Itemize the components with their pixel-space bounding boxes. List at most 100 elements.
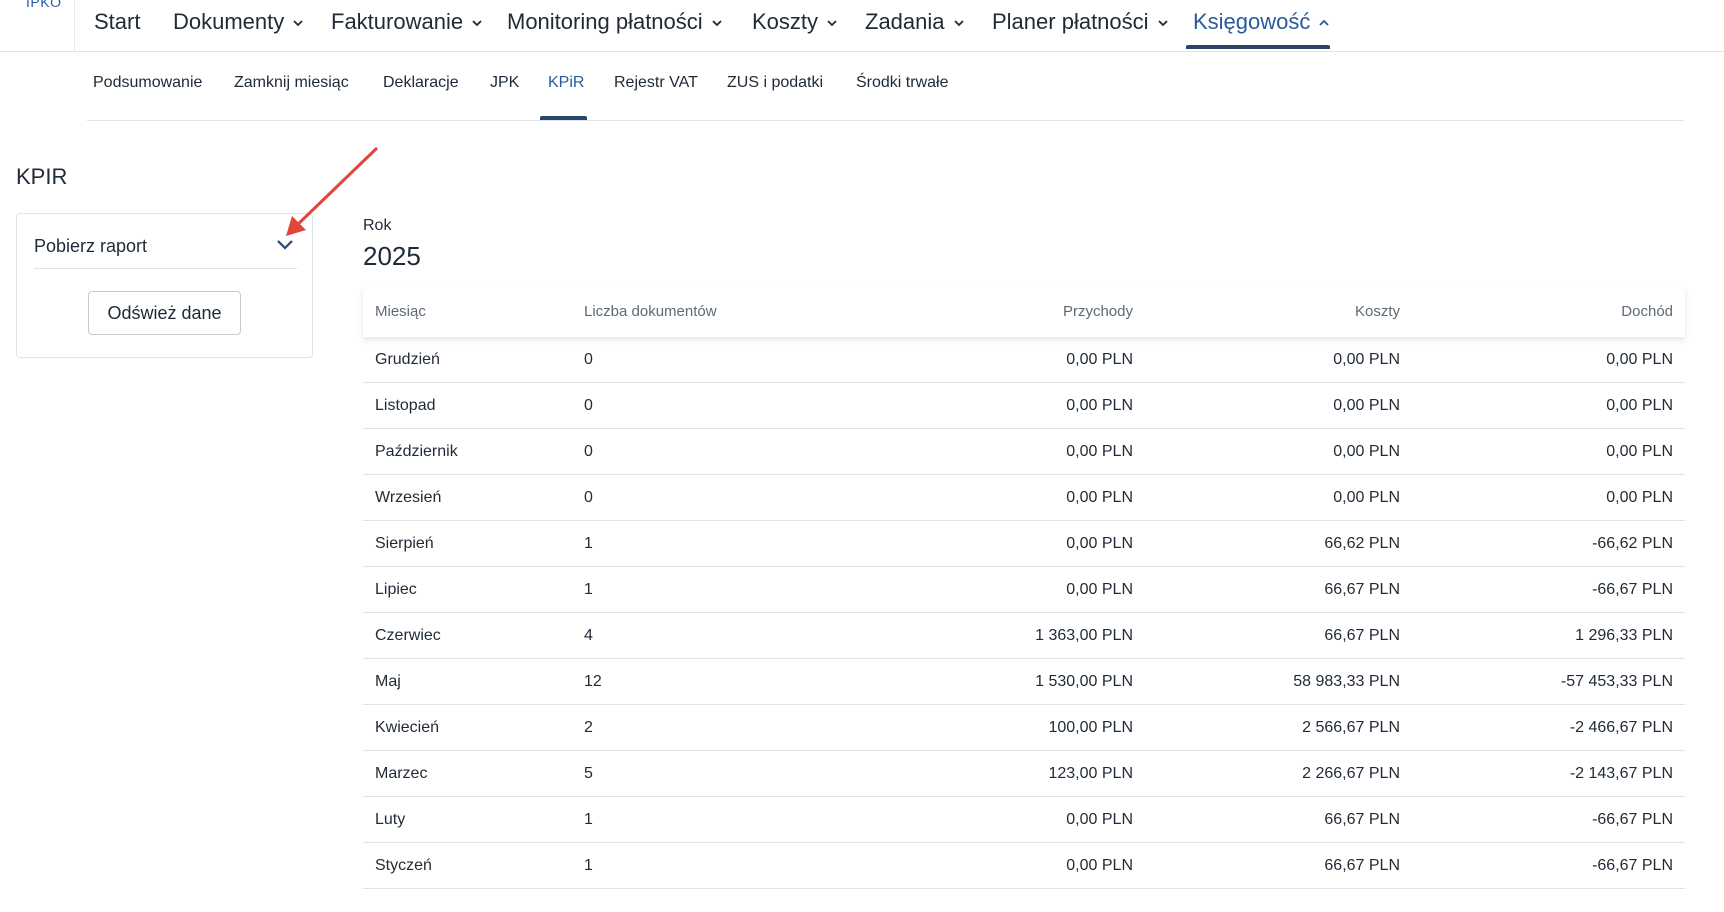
table-body: Grudzień 0 0,00 PLN 0,00 PLN 0,00 PLN Li… [363,337,1685,889]
page-title: KPIR [16,164,68,189]
cell-costs: 0,00 PLN [1333,443,1400,460]
tab-kpir[interactable]: KPiR [548,74,584,92]
cell-documents: 5 [584,765,593,782]
cell-income: -66,67 PLN [1592,857,1673,874]
cell-documents: 12 [584,673,602,690]
cell-month: Marzec [375,765,428,782]
chevron-down-icon [472,20,482,27]
cell-month: Listopad [375,397,436,414]
cell-costs: 0,00 PLN [1333,397,1400,414]
cell-month: Lipiec [375,581,417,598]
cell-documents: 1 [584,857,593,874]
chevron-up-icon [1319,19,1330,26]
cell-costs: 2 566,67 PLN [1302,719,1400,736]
cell-costs: 66,62 PLN [1324,535,1400,552]
cell-revenue: 0,00 PLN [1066,397,1133,414]
download-report-label: Pobierz raport [34,236,148,256]
cell-income: 0,00 PLN [1606,351,1673,368]
cell-income: 0,00 PLN [1606,489,1673,506]
column-header-income: Dochód [1621,303,1673,320]
table-row[interactable]: Sierpień 1 0,00 PLN 66,62 PLN -66,62 PLN [363,521,1685,567]
table-row[interactable]: Kwiecień 2 100,00 PLN 2 566,67 PLN -2 46… [363,705,1685,751]
cell-month: Październik [375,443,458,460]
cell-revenue: 0,00 PLN [1066,489,1133,506]
cell-costs: 66,67 PLN [1324,581,1400,598]
cell-revenue: 100,00 PLN [1048,719,1133,736]
table-row[interactable]: Wrzesień 0 0,00 PLN 0,00 PLN 0,00 PLN [363,475,1685,521]
cell-revenue: 1 363,00 PLN [1035,627,1133,644]
nav-item-label: Fakturowanie [331,9,464,34]
cell-month: Wrzesień [375,489,442,506]
tab-deklaracje[interactable]: Deklaracje [383,74,459,92]
nav-item-label: Księgowość [1193,9,1311,34]
cell-documents: 4 [584,627,593,644]
nav-item-label: Dokumenty [173,9,285,34]
cell-month: Czerwiec [375,627,441,644]
nav-item-label: Planer płatności [992,9,1149,34]
cell-costs: 66,67 PLN [1324,857,1400,874]
tab-srodki-trwale[interactable]: Środki trwałe [856,74,948,92]
column-header-costs: Koszty [1354,303,1400,320]
nav-item-dokumenty[interactable]: Dokumenty [173,0,304,44]
cell-income: -66,67 PLN [1592,581,1673,598]
chevron-down-icon [293,20,303,27]
nav-item-koszty[interactable]: Koszty [752,0,838,44]
cell-income: 0,00 PLN [1606,443,1673,460]
cell-documents: 1 [584,535,593,552]
download-report-dropdown[interactable]: Pobierz raport [34,214,297,269]
cell-documents: 1 [584,581,593,598]
cell-documents: 0 [584,397,593,414]
top-navigation: IPKO Start Dokumenty Fakturowanie Monito… [0,0,1724,52]
cell-revenue: 0,00 PLN [1066,857,1133,874]
tab-podsumowanie[interactable]: Podsumowanie [93,74,202,92]
cell-revenue: 0,00 PLN [1066,581,1133,598]
nav-active-indicator [1186,45,1330,49]
cell-revenue: 0,00 PLN [1066,811,1133,828]
nav-item-monitoring-platnosci[interactable]: Monitoring płatności [507,0,723,44]
nav-item-label: Monitoring płatności [507,9,703,34]
tab-zamknij-miesiac[interactable]: Zamknij miesiąc [234,74,349,92]
cell-costs: 0,00 PLN [1333,351,1400,368]
cell-documents: 2 [584,719,593,736]
nav-item-planer-platnosci[interactable]: Planer płatności [992,0,1169,44]
cell-month: Styczeń [375,857,432,874]
nav-item-label: Koszty [752,9,819,34]
tab-jpk[interactable]: JPK [490,74,519,92]
table-row[interactable]: Lipiec 1 0,00 PLN 66,67 PLN -66,67 PLN [363,567,1685,613]
tab-rejestr-vat[interactable]: Rejestr VAT [614,74,698,92]
year-value: 2025 [363,241,421,271]
nav-item-ksiegowosc[interactable]: Księgowość [1193,0,1330,44]
refresh-data-button[interactable]: Odśwież dane [88,291,241,335]
report-panel: Pobierz raport Odśwież dane [16,213,313,358]
tab-zus-i-podatki[interactable]: ZUS i podatki [727,74,823,92]
cell-revenue: 0,00 PLN [1066,351,1133,368]
cell-month: Sierpień [375,535,434,552]
logo-text: IPKO [26,0,62,10]
cell-documents: 0 [584,489,593,506]
cell-month: Maj [375,673,401,690]
table-row[interactable]: Marzec 5 123,00 PLN 2 266,67 PLN -2 143,… [363,751,1685,797]
table-row[interactable]: Styczeń 1 0,00 PLN 66,67 PLN -66,67 PLN [363,843,1685,889]
table-row[interactable]: Listopad 0 0,00 PLN 0,00 PLN 0,00 PLN [363,383,1685,429]
cell-income: -66,67 PLN [1592,811,1673,828]
nav-item-zadania[interactable]: Zadania [865,0,965,44]
table-row[interactable]: Luty 1 0,00 PLN 66,67 PLN -66,67 PLN [363,797,1685,843]
chevron-down-icon [1157,20,1168,27]
chevron-down-icon [712,20,722,27]
nav-item-fakturowanie[interactable]: Fakturowanie [331,0,483,44]
chevron-down-icon [953,20,964,27]
nav-item-start[interactable]: Start [94,0,140,44]
cell-documents: 0 [584,443,593,460]
nav-item-label: Start [94,9,141,34]
column-header-revenue: Przychody [1062,303,1133,320]
table-header: Miesiąc Liczba dokumentów Przychody Kosz… [363,287,1685,337]
cell-costs: 66,67 PLN [1324,811,1400,828]
cell-costs: 0,00 PLN [1333,489,1400,506]
table-row[interactable]: Październik 0 0,00 PLN 0,00 PLN 0,00 PLN [363,429,1685,475]
table-row[interactable]: Czerwiec 4 1 363,00 PLN 66,67 PLN 1 296,… [363,613,1685,659]
cell-income: -66,62 PLN [1592,535,1673,552]
logo[interactable]: IPKO [0,0,75,52]
year-label: Rok [363,217,392,234]
table-row[interactable]: Grudzień 0 0,00 PLN 0,00 PLN 0,00 PLN [363,337,1685,383]
table-row[interactable]: Maj 12 1 530,00 PLN 58 983,33 PLN -57 45… [363,659,1685,705]
